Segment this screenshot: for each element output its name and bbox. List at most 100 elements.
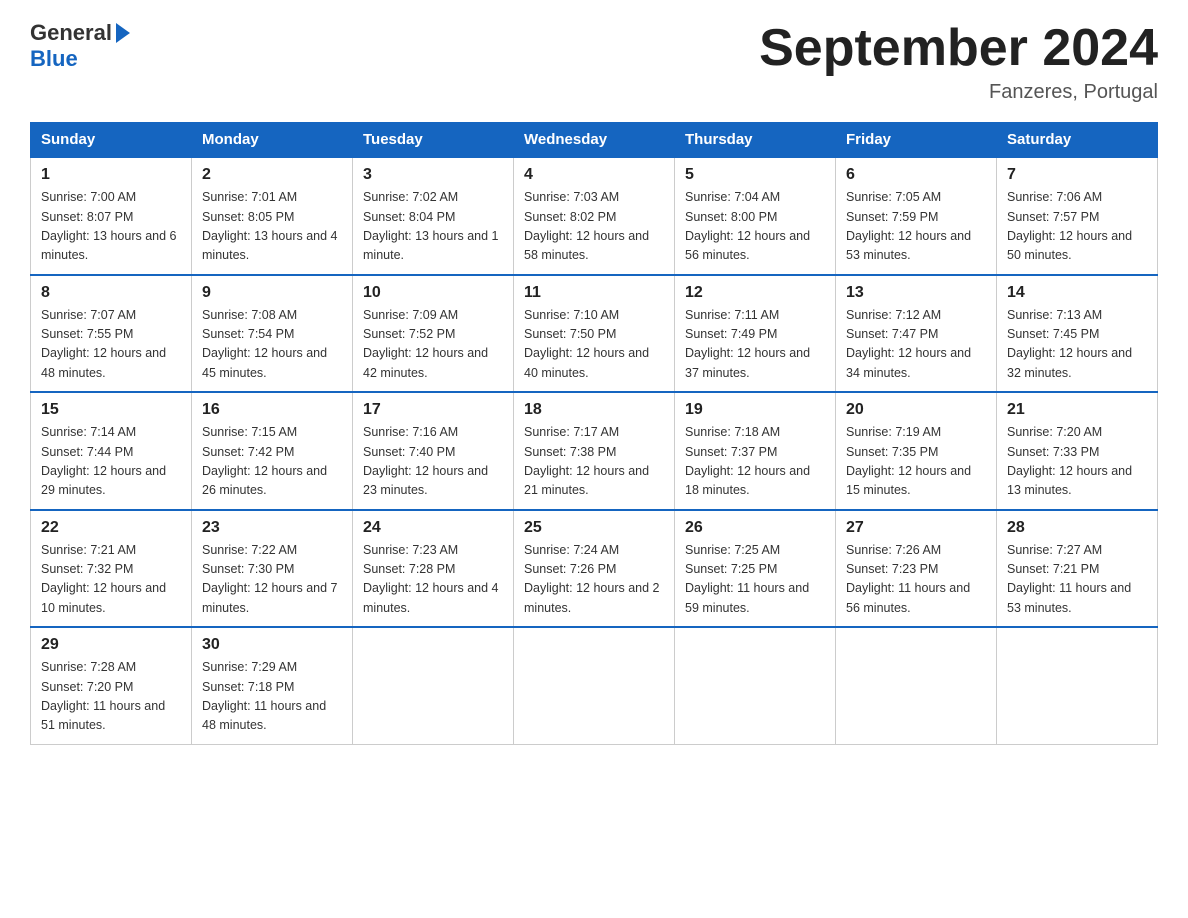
- day-info: Sunrise: 7:18 AMSunset: 7:37 PMDaylight:…: [685, 425, 810, 497]
- table-row: 7 Sunrise: 7:06 AMSunset: 7:57 PMDayligh…: [997, 157, 1158, 275]
- day-number: 21: [1007, 401, 1147, 419]
- day-number: 6: [846, 166, 986, 184]
- logo: General Blue: [30, 20, 132, 72]
- day-info: Sunrise: 7:22 AMSunset: 7:30 PMDaylight:…: [202, 543, 338, 615]
- day-info: Sunrise: 7:07 AMSunset: 7:55 PMDaylight:…: [41, 308, 166, 380]
- day-info: Sunrise: 7:17 AMSunset: 7:38 PMDaylight:…: [524, 425, 649, 497]
- day-info: Sunrise: 7:11 AMSunset: 7:49 PMDaylight:…: [685, 308, 810, 380]
- day-info: Sunrise: 7:23 AMSunset: 7:28 PMDaylight:…: [363, 543, 499, 615]
- day-number: 10: [363, 284, 503, 302]
- day-info: Sunrise: 7:08 AMSunset: 7:54 PMDaylight:…: [202, 308, 327, 380]
- day-number: 25: [524, 519, 664, 537]
- day-number: 18: [524, 401, 664, 419]
- table-row: 12 Sunrise: 7:11 AMSunset: 7:49 PMDaylig…: [675, 275, 836, 393]
- day-number: 29: [41, 636, 181, 654]
- day-number: 30: [202, 636, 342, 654]
- table-row: [675, 627, 836, 744]
- table-row: 30 Sunrise: 7:29 AMSunset: 7:18 PMDaylig…: [192, 627, 353, 744]
- day-info: Sunrise: 7:16 AMSunset: 7:40 PMDaylight:…: [363, 425, 488, 497]
- day-number: 5: [685, 166, 825, 184]
- day-info: Sunrise: 7:25 AMSunset: 7:25 PMDaylight:…: [685, 543, 809, 615]
- day-info: Sunrise: 7:20 AMSunset: 7:33 PMDaylight:…: [1007, 425, 1132, 497]
- day-info: Sunrise: 7:19 AMSunset: 7:35 PMDaylight:…: [846, 425, 971, 497]
- table-row: 5 Sunrise: 7:04 AMSunset: 8:00 PMDayligh…: [675, 157, 836, 275]
- table-row: 16 Sunrise: 7:15 AMSunset: 7:42 PMDaylig…: [192, 392, 353, 510]
- table-row: 23 Sunrise: 7:22 AMSunset: 7:30 PMDaylig…: [192, 510, 353, 628]
- col-wednesday: Wednesday: [514, 123, 675, 158]
- day-number: 28: [1007, 519, 1147, 537]
- day-info: Sunrise: 7:01 AMSunset: 8:05 PMDaylight:…: [202, 190, 338, 262]
- calendar-header-row: Sunday Monday Tuesday Wednesday Thursday…: [31, 123, 1158, 158]
- day-info: Sunrise: 7:05 AMSunset: 7:59 PMDaylight:…: [846, 190, 971, 262]
- day-number: 13: [846, 284, 986, 302]
- day-info: Sunrise: 7:15 AMSunset: 7:42 PMDaylight:…: [202, 425, 327, 497]
- table-row: [353, 627, 514, 744]
- col-saturday: Saturday: [997, 123, 1158, 158]
- table-row: 13 Sunrise: 7:12 AMSunset: 7:47 PMDaylig…: [836, 275, 997, 393]
- day-number: 26: [685, 519, 825, 537]
- table-row: 29 Sunrise: 7:28 AMSunset: 7:20 PMDaylig…: [31, 627, 192, 744]
- table-row: 27 Sunrise: 7:26 AMSunset: 7:23 PMDaylig…: [836, 510, 997, 628]
- day-info: Sunrise: 7:09 AMSunset: 7:52 PMDaylight:…: [363, 308, 488, 380]
- day-info: Sunrise: 7:02 AMSunset: 8:04 PMDaylight:…: [363, 190, 499, 262]
- title-block: September 2024 Fanzeres, Portugal: [759, 20, 1158, 104]
- logo-blue-text: Blue: [30, 46, 78, 72]
- day-info: Sunrise: 7:29 AMSunset: 7:18 PMDaylight:…: [202, 660, 326, 732]
- col-monday: Monday: [192, 123, 353, 158]
- table-row: 3 Sunrise: 7:02 AMSunset: 8:04 PMDayligh…: [353, 157, 514, 275]
- day-info: Sunrise: 7:03 AMSunset: 8:02 PMDaylight:…: [524, 190, 649, 262]
- table-row: [836, 627, 997, 744]
- day-number: 17: [363, 401, 503, 419]
- calendar-week-row: 15 Sunrise: 7:14 AMSunset: 7:44 PMDaylig…: [31, 392, 1158, 510]
- calendar-table: Sunday Monday Tuesday Wednesday Thursday…: [30, 122, 1158, 745]
- col-thursday: Thursday: [675, 123, 836, 158]
- day-number: 19: [685, 401, 825, 419]
- table-row: 11 Sunrise: 7:10 AMSunset: 7:50 PMDaylig…: [514, 275, 675, 393]
- day-number: 16: [202, 401, 342, 419]
- day-number: 22: [41, 519, 181, 537]
- day-number: 11: [524, 284, 664, 302]
- col-friday: Friday: [836, 123, 997, 158]
- day-number: 9: [202, 284, 342, 302]
- table-row: 20 Sunrise: 7:19 AMSunset: 7:35 PMDaylig…: [836, 392, 997, 510]
- table-row: 2 Sunrise: 7:01 AMSunset: 8:05 PMDayligh…: [192, 157, 353, 275]
- table-row: 22 Sunrise: 7:21 AMSunset: 7:32 PMDaylig…: [31, 510, 192, 628]
- table-row: 4 Sunrise: 7:03 AMSunset: 8:02 PMDayligh…: [514, 157, 675, 275]
- day-number: 1: [41, 166, 181, 184]
- day-info: Sunrise: 7:13 AMSunset: 7:45 PMDaylight:…: [1007, 308, 1132, 380]
- table-row: 26 Sunrise: 7:25 AMSunset: 7:25 PMDaylig…: [675, 510, 836, 628]
- table-row: 25 Sunrise: 7:24 AMSunset: 7:26 PMDaylig…: [514, 510, 675, 628]
- col-sunday: Sunday: [31, 123, 192, 158]
- day-info: Sunrise: 7:10 AMSunset: 7:50 PMDaylight:…: [524, 308, 649, 380]
- day-info: Sunrise: 7:24 AMSunset: 7:26 PMDaylight:…: [524, 543, 660, 615]
- col-tuesday: Tuesday: [353, 123, 514, 158]
- page-header: General Blue September 2024 Fanzeres, Po…: [30, 20, 1158, 104]
- day-number: 3: [363, 166, 503, 184]
- day-info: Sunrise: 7:26 AMSunset: 7:23 PMDaylight:…: [846, 543, 970, 615]
- day-number: 12: [685, 284, 825, 302]
- calendar-week-row: 8 Sunrise: 7:07 AMSunset: 7:55 PMDayligh…: [31, 275, 1158, 393]
- day-number: 24: [363, 519, 503, 537]
- day-info: Sunrise: 7:28 AMSunset: 7:20 PMDaylight:…: [41, 660, 165, 732]
- day-number: 23: [202, 519, 342, 537]
- day-number: 15: [41, 401, 181, 419]
- day-info: Sunrise: 7:06 AMSunset: 7:57 PMDaylight:…: [1007, 190, 1132, 262]
- day-info: Sunrise: 7:04 AMSunset: 8:00 PMDaylight:…: [685, 190, 810, 262]
- day-info: Sunrise: 7:14 AMSunset: 7:44 PMDaylight:…: [41, 425, 166, 497]
- table-row: 1 Sunrise: 7:00 AMSunset: 8:07 PMDayligh…: [31, 157, 192, 275]
- table-row: 6 Sunrise: 7:05 AMSunset: 7:59 PMDayligh…: [836, 157, 997, 275]
- day-number: 20: [846, 401, 986, 419]
- table-row: 9 Sunrise: 7:08 AMSunset: 7:54 PMDayligh…: [192, 275, 353, 393]
- table-row: 10 Sunrise: 7:09 AMSunset: 7:52 PMDaylig…: [353, 275, 514, 393]
- table-row: 21 Sunrise: 7:20 AMSunset: 7:33 PMDaylig…: [997, 392, 1158, 510]
- table-row: 18 Sunrise: 7:17 AMSunset: 7:38 PMDaylig…: [514, 392, 675, 510]
- calendar-title: September 2024: [759, 20, 1158, 77]
- table-row: 14 Sunrise: 7:13 AMSunset: 7:45 PMDaylig…: [997, 275, 1158, 393]
- day-info: Sunrise: 7:12 AMSunset: 7:47 PMDaylight:…: [846, 308, 971, 380]
- day-number: 14: [1007, 284, 1147, 302]
- table-row: 17 Sunrise: 7:16 AMSunset: 7:40 PMDaylig…: [353, 392, 514, 510]
- logo-top: General: [30, 20, 132, 46]
- table-row: [997, 627, 1158, 744]
- table-row: [514, 627, 675, 744]
- table-row: 24 Sunrise: 7:23 AMSunset: 7:28 PMDaylig…: [353, 510, 514, 628]
